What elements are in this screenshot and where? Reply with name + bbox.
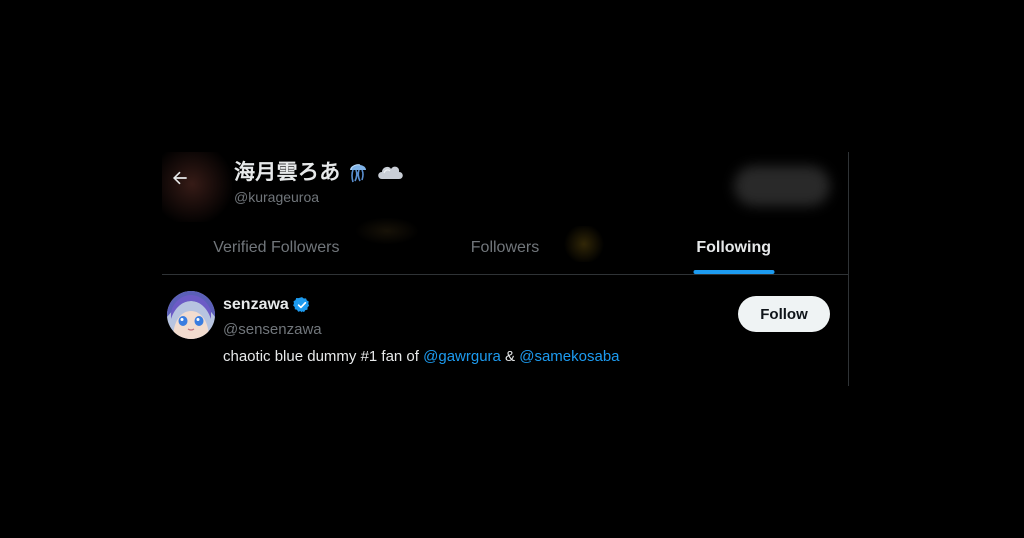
avatar[interactable]: [167, 291, 215, 339]
tab-following[interactable]: Following: [619, 222, 848, 274]
user-cell[interactable]: senzawa @sensenzawa chaotic blue dummy #…: [162, 275, 848, 386]
tab-label: Following: [696, 239, 771, 256]
user-name[interactable]: senzawa: [223, 296, 289, 314]
bio-text: &: [500, 348, 520, 365]
following-panel: 海月雲ろあ @kurageuroa Verified Followers Fol…: [162, 152, 849, 386]
title-block: 海月雲ろあ @kurageuroa: [234, 156, 405, 205]
verified-badge-icon: [292, 296, 311, 314]
tab-bar: Verified Followers Followers Following: [162, 216, 848, 275]
profile-header: 海月雲ろあ @kurageuroa: [162, 152, 848, 222]
bio-text: chaotic blue dummy #1 fan of: [223, 348, 424, 365]
user-handle: @sensenzawa: [223, 321, 322, 338]
cloud-icon: [375, 159, 405, 183]
jellyfish-icon: [345, 158, 371, 184]
arrow-left-icon: [173, 171, 187, 185]
page-title: 海月雲ろあ: [234, 160, 341, 184]
tab-label: Verified Followers: [213, 239, 340, 256]
mention-link[interactable]: @gawrgura: [423, 348, 501, 365]
blurred-header-button: [734, 166, 830, 206]
tab-verified-followers[interactable]: Verified Followers: [162, 222, 391, 274]
user-info: senzawa @sensenzawa chaotic blue dummy #…: [223, 295, 718, 365]
profile-handle: @kurageuroa: [234, 189, 320, 205]
back-button[interactable]: [166, 164, 194, 192]
follow-button[interactable]: Follow: [738, 296, 830, 332]
mention-link[interactable]: @samekosaba: [519, 348, 619, 365]
active-tab-indicator: [693, 270, 775, 274]
user-bio: chaotic blue dummy #1 fan of @gawrgura &…: [223, 348, 718, 365]
tab-followers[interactable]: Followers: [391, 222, 620, 274]
tab-label: Followers: [470, 239, 540, 256]
